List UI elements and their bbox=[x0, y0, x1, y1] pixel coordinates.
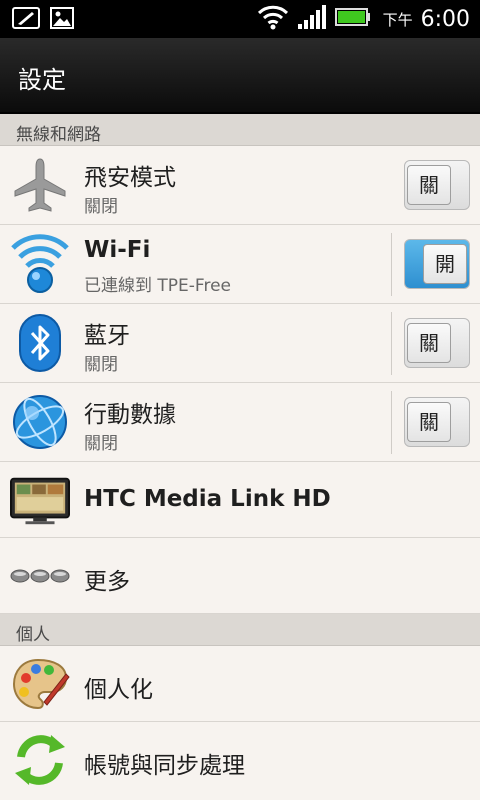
item-title: 藍牙 bbox=[84, 323, 130, 349]
divider bbox=[391, 233, 392, 296]
notification-feather-icon bbox=[12, 6, 40, 30]
divider bbox=[391, 312, 392, 375]
wifi-icon bbox=[10, 232, 70, 293]
airplane-mode-toggle[interactable]: 關 bbox=[404, 160, 470, 210]
airplane-icon bbox=[10, 155, 70, 215]
page-title: 設定 bbox=[18, 66, 66, 94]
action-bar: 設定 bbox=[0, 38, 480, 114]
status-ampm: 下午 bbox=[382, 10, 413, 29]
mobile-data-toggle[interactable]: 關 bbox=[404, 397, 470, 447]
cell-signal-icon bbox=[297, 4, 327, 34]
settings-item-more[interactable]: 更多 bbox=[0, 538, 480, 614]
settings-item-media-link[interactable]: HTC Media Link HD bbox=[0, 462, 480, 538]
item-title: 行動數據 bbox=[84, 402, 176, 428]
item-title: Wi-Fi bbox=[84, 237, 151, 263]
settings-item-accounts-sync[interactable]: 帳號與同步處理 bbox=[0, 722, 480, 800]
divider bbox=[391, 391, 392, 454]
settings-item-mobile-data[interactable]: 行動數據 關閉 關 bbox=[0, 383, 480, 462]
section-header-label: 個人 bbox=[16, 625, 50, 645]
toggle-label: 關 bbox=[407, 402, 451, 442]
wifi-toggle[interactable]: 開 bbox=[404, 239, 470, 289]
item-title: 個人化 bbox=[84, 677, 153, 703]
toggle-label: 關 bbox=[407, 165, 451, 205]
item-title: 飛安模式 bbox=[84, 165, 176, 191]
settings-item-wifi[interactable]: Wi-Fi 已連線到 TPE-Free 開 bbox=[0, 225, 480, 304]
toggle-label: 關 bbox=[407, 323, 451, 363]
item-subtitle: 已連線到 TPE-Free bbox=[84, 276, 231, 296]
bluetooth-icon bbox=[10, 313, 70, 373]
bluetooth-toggle[interactable]: 關 bbox=[404, 318, 470, 368]
toggle-label: 開 bbox=[423, 244, 467, 284]
item-title: 更多 bbox=[84, 569, 130, 595]
palette-icon bbox=[10, 654, 70, 714]
settings-item-personalize[interactable]: 個人化 bbox=[0, 646, 480, 722]
status-time: 6:00 bbox=[420, 6, 470, 32]
battery-icon bbox=[334, 7, 371, 31]
tv-icon bbox=[10, 470, 70, 530]
section-header-personal: 個人 bbox=[0, 614, 480, 646]
status-bar: 下午 6:00 bbox=[0, 0, 480, 38]
section-header-wireless: 無線和網路 bbox=[0, 114, 480, 146]
globe-icon bbox=[10, 392, 70, 452]
item-title: 帳號與同步處理 bbox=[84, 753, 245, 779]
item-subtitle: 關閉 bbox=[84, 434, 118, 454]
settings-item-bluetooth[interactable]: 藍牙 關閉 關 bbox=[0, 304, 480, 383]
image-notification-icon bbox=[50, 6, 78, 30]
section-header-label: 無線和網路 bbox=[16, 125, 101, 145]
more-dots-icon bbox=[10, 546, 70, 606]
item-title: HTC Media Link HD bbox=[84, 486, 331, 512]
item-subtitle: 關閉 bbox=[84, 355, 118, 375]
item-subtitle: 關閉 bbox=[84, 197, 118, 217]
settings-item-airplane-mode[interactable]: 飛安模式 關閉 關 bbox=[0, 146, 480, 225]
sync-icon bbox=[10, 730, 70, 790]
wifi-signal-icon bbox=[257, 4, 289, 34]
